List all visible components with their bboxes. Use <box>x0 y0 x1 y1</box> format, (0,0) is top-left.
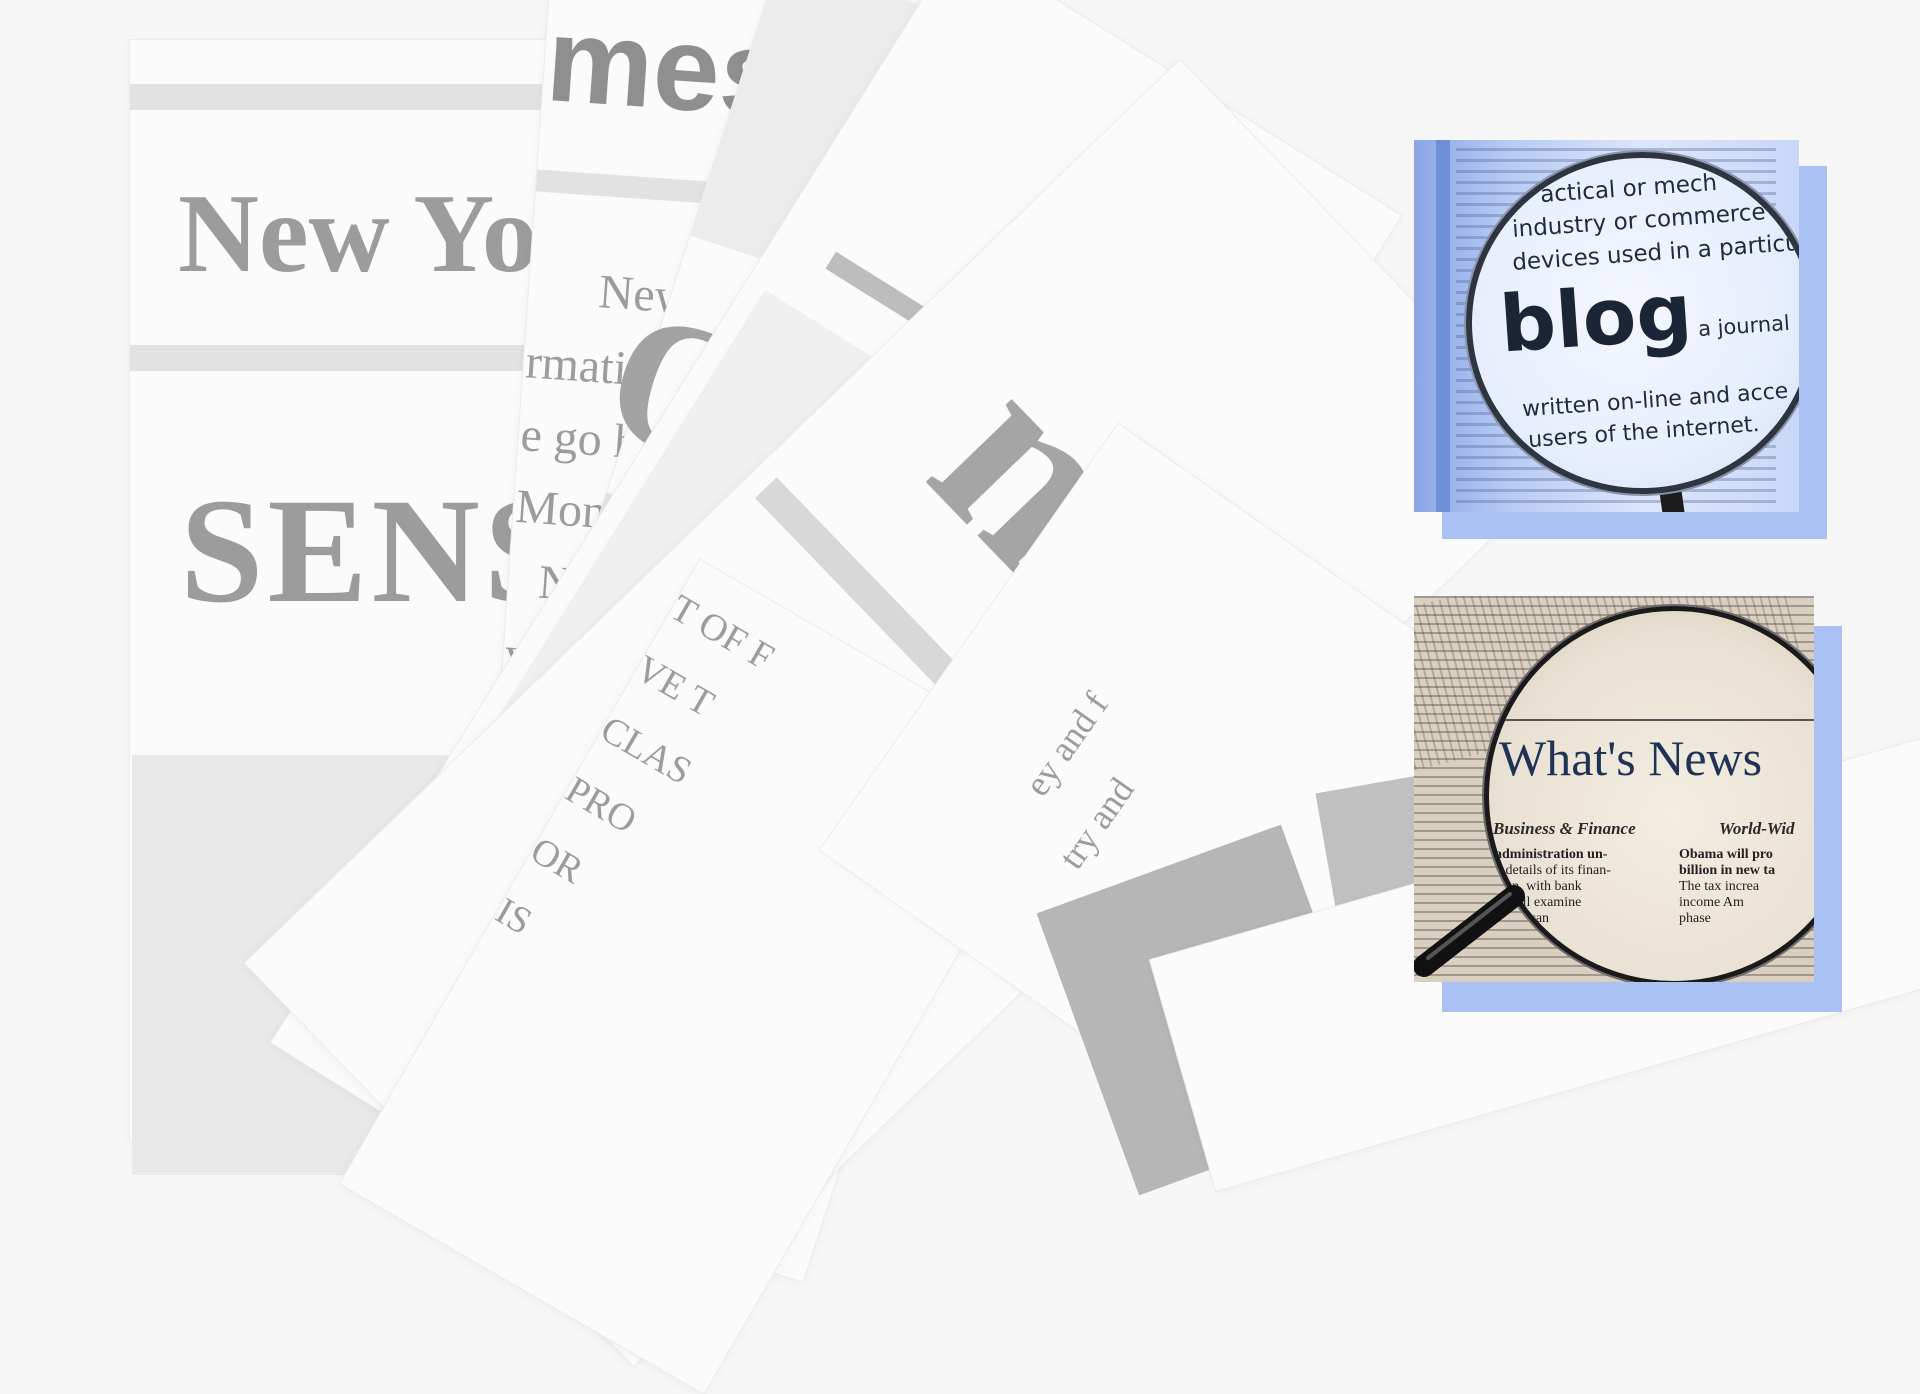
column-text: CLAS <box>593 708 699 794</box>
photo-blog-magnifier: actical or mech industry or commerce dev… <box>1414 140 1799 512</box>
newspaper-collage: New Yo SENS mes News rmation e go ha Mon… <box>0 0 1920 1394</box>
photo-news-magnifier: What's News Business & Finance World-Wid… <box>1414 596 1814 982</box>
lens-text-line: actical or mech <box>1539 169 1718 209</box>
column-text: VE T <box>628 647 722 726</box>
masthead-text: New Yo <box>178 172 538 296</box>
column-text: try and <box>1051 770 1142 877</box>
magnifier-lens: actical or mech industry or commerce dev… <box>1466 152 1799 494</box>
header-rule <box>130 84 560 110</box>
lens-text-line: a journal <box>1697 310 1791 342</box>
header-rule <box>130 345 560 371</box>
magnifier-handle-icon <box>1414 885 1525 977</box>
lens-keyword: blog <box>1497 267 1695 371</box>
